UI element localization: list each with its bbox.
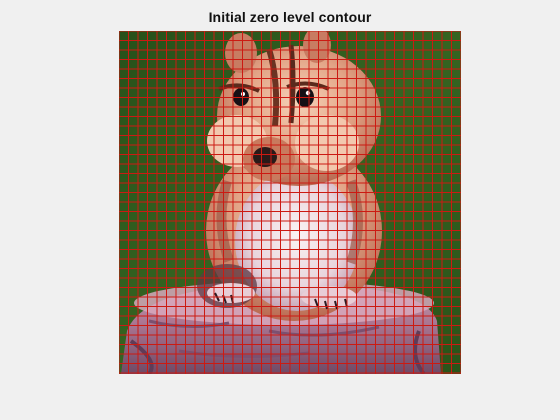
chipmunk-photo-icon: [119, 31, 461, 374]
image-axes: [119, 31, 461, 374]
figure-title: Initial zero level contour: [208, 9, 372, 25]
figure-window: Initial zero level contour: [0, 0, 560, 420]
